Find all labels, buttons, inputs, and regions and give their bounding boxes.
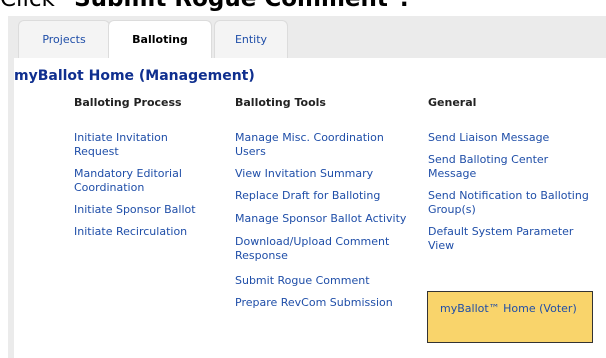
view-invitation-summary-link[interactable]: View Invitation Summary — [235, 167, 409, 181]
column-heading: General — [428, 96, 477, 109]
column-balloting-process: Balloting Process Initiate Invitation Re… — [74, 96, 216, 247]
manage-misc-coordination-users-link[interactable]: Manage Misc. Coordination Users — [235, 131, 409, 159]
page-title: myBallot Home (Management) — [14, 68, 255, 84]
submit-rogue-comment-link[interactable]: Submit Rogue Comment — [235, 274, 409, 288]
initiate-sponsor-ballot-link[interactable]: Initiate Sponsor Ballot — [74, 203, 216, 217]
tab-entity[interactable]: Entity — [214, 20, 288, 58]
tab-balloting[interactable]: Balloting — [108, 20, 212, 58]
default-system-parameter-view-link[interactable]: Default System Parameter View — [428, 225, 598, 253]
instruction-text: Click "Submit Rogue Comment". — [0, 0, 409, 12]
manage-sponsor-ballot-activity-link[interactable]: Manage Sponsor Ballot Activity — [235, 212, 409, 226]
initiate-recirculation-link[interactable]: Initiate Recirculation — [74, 225, 216, 239]
initiate-invitation-request-link[interactable]: Initiate Invitation Request — [74, 131, 216, 159]
send-liaison-message-link[interactable]: Send Liaison Message — [428, 131, 598, 145]
mandatory-editorial-coordination-link[interactable]: Mandatory Editorial Coordination — [74, 167, 216, 195]
column-general: General Send Liaison Message Send Ballot… — [428, 96, 598, 261]
prepare-revcom-submission-link[interactable]: Prepare RevCom Submission — [235, 296, 409, 310]
column-heading: Balloting Process — [74, 96, 182, 109]
send-notification-balloting-group-link[interactable]: Send Notification to Balloting Group(s) — [428, 189, 598, 217]
replace-draft-for-balloting-link[interactable]: Replace Draft for Balloting — [235, 189, 409, 203]
send-balloting-center-message-link[interactable]: Send Balloting Center Message — [428, 153, 598, 181]
instruction-target: "Submit Rogue Comment". — [62, 0, 409, 12]
download-upload-comment-response-link[interactable]: Download/Upload Comment Response — [235, 235, 409, 263]
tab-projects[interactable]: Projects — [18, 20, 110, 58]
column-heading: Balloting Tools — [235, 96, 326, 109]
column-balloting-tools: Balloting Tools Manage Misc. Coordinatio… — [235, 96, 409, 318]
instruction-prefix: Click — [0, 0, 62, 12]
mybalot-home-voter-button[interactable]: myBallot™ Home (Voter) — [427, 291, 593, 343]
